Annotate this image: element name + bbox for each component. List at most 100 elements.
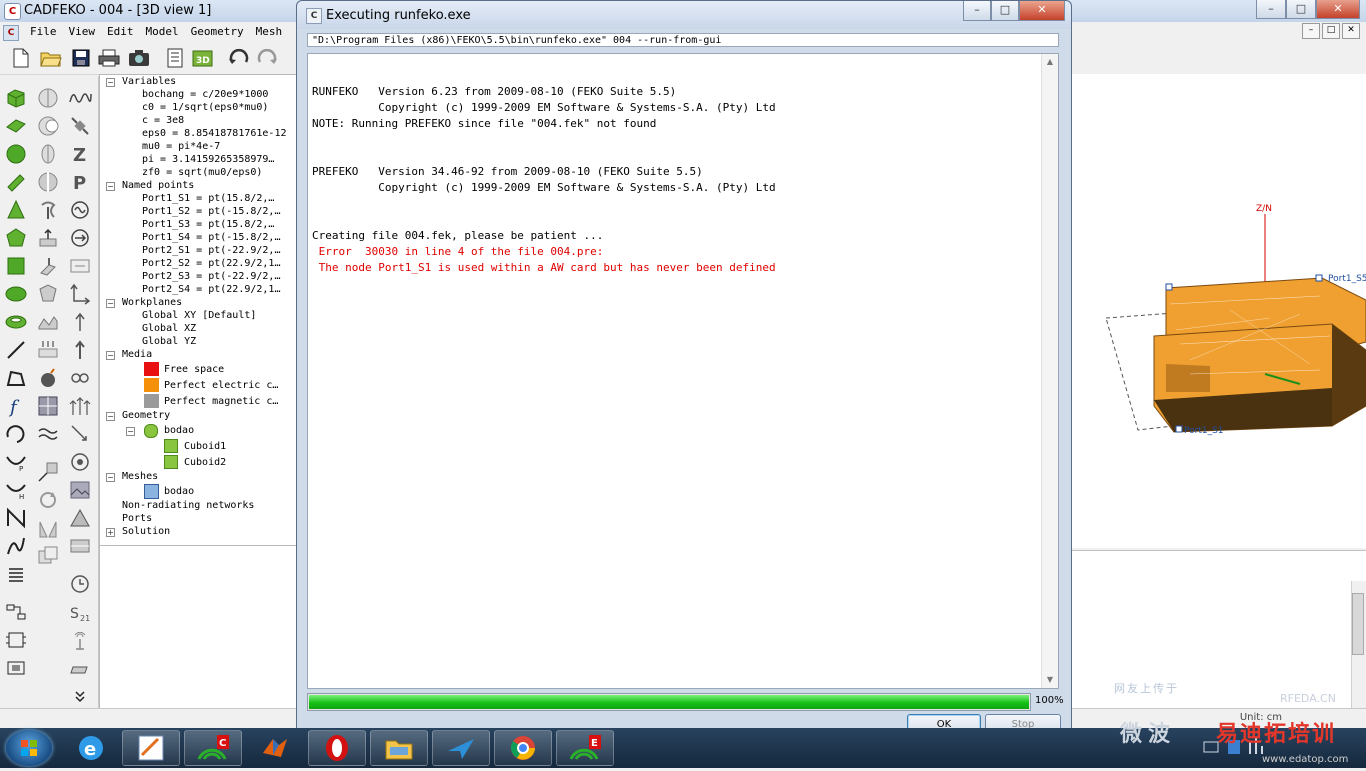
- chip-icon[interactable]: [4, 656, 28, 680]
- tree-named-point[interactable]: Port2_S3 = pt(-22.9/2,…: [142, 271, 280, 283]
- part-collapse-toggle[interactable]: −: [126, 427, 135, 436]
- tree-workplane[interactable]: Global YZ: [142, 336, 196, 348]
- tree-named-point[interactable]: Port1_S1 = pt(15.8/2,…: [142, 193, 274, 205]
- subtract-icon[interactable]: [36, 114, 60, 138]
- radiation-icon[interactable]: [68, 450, 92, 474]
- geometry-collapse-toggle[interactable]: −: [106, 412, 115, 421]
- parabola-icon[interactable]: P: [4, 450, 28, 474]
- waveform-icon[interactable]: [68, 86, 92, 110]
- named-points-collapse-toggle[interactable]: −: [106, 182, 115, 191]
- tree-named-point[interactable]: Port1_S2 = pt(-15.8/2,…: [142, 206, 280, 218]
- imprint-icon[interactable]: [36, 338, 60, 362]
- bezier-icon[interactable]: [4, 506, 28, 530]
- cylinder-icon[interactable]: [4, 170, 28, 194]
- document-icon[interactable]: C: [3, 25, 19, 41]
- circuit-icon[interactable]: [4, 628, 28, 652]
- menu-edit[interactable]: Edit: [101, 24, 140, 39]
- new-file-icon[interactable]: [10, 47, 32, 69]
- tree-part[interactable]: bodao: [164, 425, 194, 437]
- sweep-icon[interactable]: [36, 226, 60, 250]
- power-p-icon[interactable]: P: [68, 170, 92, 194]
- variables-collapse-toggle[interactable]: −: [106, 78, 115, 87]
- voltage-up-icon[interactable]: [68, 338, 92, 362]
- intersect-icon[interactable]: [36, 142, 60, 166]
- menu-file[interactable]: File: [24, 24, 63, 39]
- mesh-grid-icon[interactable]: [36, 394, 60, 418]
- tree-variable[interactable]: eps0 = 8.85418781761e-12: [142, 128, 287, 140]
- tree-medium[interactable]: Perfect magnetic c…: [164, 396, 278, 408]
- scroll-down-arrow-icon[interactable]: ▼: [1042, 672, 1058, 688]
- satellite-icon[interactable]: [68, 114, 92, 138]
- far-field-arrows-icon[interactable]: [68, 422, 92, 446]
- tree-variable[interactable]: c = 3e8: [142, 115, 184, 127]
- ground-plane-icon[interactable]: [68, 656, 92, 680]
- tree-workplane[interactable]: Global XY [Default]: [142, 310, 256, 322]
- loft-icon[interactable]: [36, 282, 60, 306]
- redo-icon[interactable]: [256, 47, 278, 69]
- scale-icon[interactable]: [36, 460, 60, 484]
- stitch-icon[interactable]: [36, 310, 60, 334]
- menu-mesh[interactable]: Mesh: [250, 24, 289, 39]
- chevron-down-icon[interactable]: [68, 684, 92, 708]
- save-icon[interactable]: [70, 47, 92, 69]
- grid-plane-icon[interactable]: [68, 534, 92, 558]
- clock-icon[interactable]: [68, 572, 92, 596]
- cadfeko-taskbar-icon[interactable]: C: [184, 730, 242, 766]
- antenna-icon[interactable]: [68, 628, 92, 652]
- 3d-view[interactable]: Z/N Port1_S5 Port1_S1: [1070, 74, 1366, 548]
- plane-wave-icon[interactable]: [68, 226, 92, 250]
- 3d-view-icon[interactable]: 3D: [192, 47, 214, 69]
- tree-named-point[interactable]: Port2_S1 = pt(-22.9/2,…: [142, 245, 280, 257]
- opera-icon[interactable]: [308, 730, 366, 766]
- image-icon[interactable]: [68, 478, 92, 502]
- screenshot-camera-icon[interactable]: [128, 47, 150, 69]
- tree-solution[interactable]: Solution: [122, 526, 170, 538]
- message-scroll-thumb[interactable]: [1352, 593, 1364, 655]
- line-icon[interactable]: [4, 338, 28, 362]
- copy-icon[interactable]: [36, 544, 60, 568]
- source-icon[interactable]: [68, 198, 92, 222]
- polyline-icon[interactable]: [4, 366, 28, 390]
- helix-icon[interactable]: [4, 562, 28, 586]
- output-log[interactable]: RUNFEKO Version 6.23 from 2009-08-10 (FE…: [307, 53, 1059, 689]
- dialog-close-button[interactable]: ✕: [1019, 1, 1065, 21]
- internet-explorer-icon[interactable]: e: [62, 730, 120, 766]
- tree-non-radiating-networks[interactable]: Non-radiating networks: [122, 500, 254, 512]
- main-minimize-button[interactable]: –: [1256, 0, 1286, 19]
- bird-app-icon[interactable]: [432, 730, 490, 766]
- hyperbola-icon[interactable]: H: [4, 478, 28, 502]
- link-icon[interactable]: [68, 366, 92, 390]
- ellipse-icon[interactable]: [4, 282, 28, 306]
- polygon-icon[interactable]: [4, 226, 28, 250]
- scroll-up-arrow-icon[interactable]: ▲: [1042, 54, 1058, 70]
- cone-icon[interactable]: [4, 198, 28, 222]
- tree-variable[interactable]: c0 = 1/sqrt(eps0*mu0): [142, 102, 268, 114]
- solution-expand-toggle[interactable]: +: [106, 528, 115, 537]
- corner-arrow-icon[interactable]: [68, 282, 92, 306]
- menu-geometry[interactable]: Geometry: [185, 24, 250, 39]
- function-icon[interactable]: f: [4, 394, 28, 418]
- extrude-icon[interactable]: [36, 254, 60, 278]
- tree-named-point[interactable]: Port2_S4 = pt(22.9/2,1…: [142, 284, 280, 296]
- rectangle-icon[interactable]: [4, 254, 28, 278]
- wave-lines-icon[interactable]: [36, 422, 60, 446]
- chrome-icon[interactable]: [494, 730, 552, 766]
- tree-medium[interactable]: Perfect electric c…: [164, 380, 278, 392]
- command-line-field[interactable]: "D:\Program Files (x86)\FEKO\5.5\bin\run…: [307, 33, 1059, 47]
- split-icon[interactable]: [36, 170, 60, 194]
- tree-geometry[interactable]: Geometry: [122, 410, 170, 422]
- tree-media[interactable]: Media: [122, 349, 152, 361]
- arc-icon[interactable]: [4, 422, 28, 446]
- sphere-icon[interactable]: [4, 142, 28, 166]
- open-folder-icon[interactable]: [40, 47, 62, 69]
- notes-icon[interactable]: [164, 47, 186, 69]
- tree-named-point[interactable]: Port1_S3 = pt(15.8/2,…: [142, 219, 274, 231]
- tree-meshes[interactable]: Meshes: [122, 471, 158, 483]
- tree-variable[interactable]: mu0 = pi*4e-7: [142, 141, 220, 153]
- flat-plate-icon[interactable]: [4, 114, 28, 138]
- matlab-icon[interactable]: [246, 730, 304, 766]
- output-scrollbar[interactable]: [1041, 54, 1058, 688]
- s-parameter-icon[interactable]: S 21: [68, 600, 92, 624]
- media-collapse-toggle[interactable]: −: [106, 351, 115, 360]
- impedance-z-icon[interactable]: Z: [68, 142, 92, 166]
